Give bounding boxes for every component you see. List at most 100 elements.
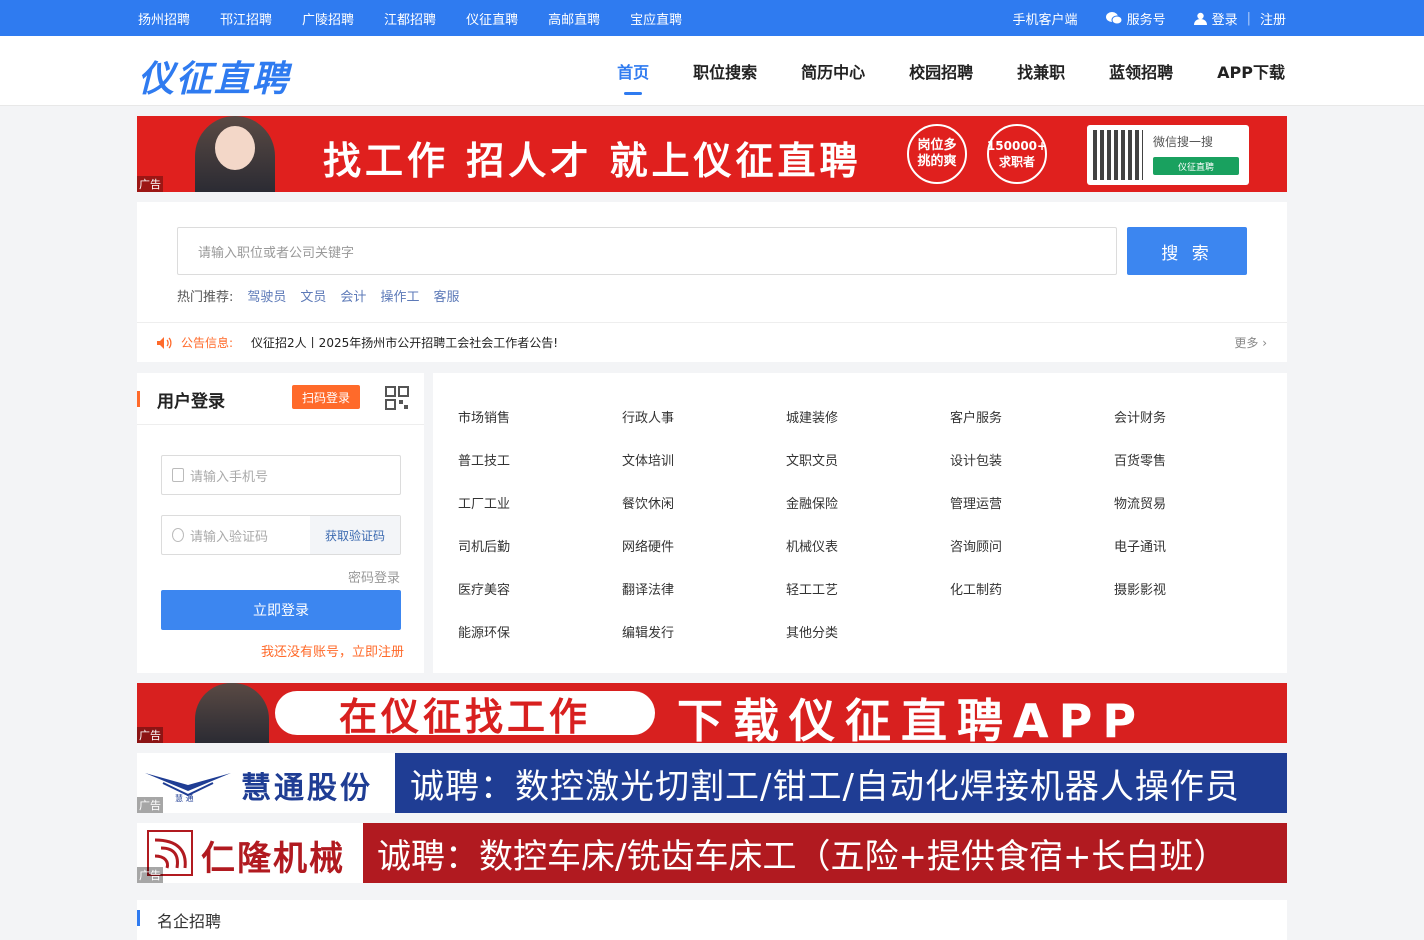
top-bar: 扬州招聘 邗江招聘 广陵招聘 江都招聘 仪征直聘 高邮直聘 宝应直聘 手机客户端…	[0, 0, 1424, 36]
category-item[interactable]: 金融保险	[786, 493, 838, 512]
category-item[interactable]: 机械仪表	[786, 536, 838, 555]
nav-job-search[interactable]: 职位搜索	[693, 59, 757, 83]
login-panel: 用户登录 扫码登录 请输入手机号 请输入验证码 获取验证码 密码登录 立即登录 …	[137, 373, 424, 673]
ad-big-text: 下载仪征直聘APP	[677, 694, 1147, 743]
city-link-hanjiang[interactable]: 邗江招聘	[220, 9, 272, 28]
city-link-guangling[interactable]: 广陵招聘	[302, 9, 354, 28]
notice-more-link[interactable]: 更多 ›	[1234, 334, 1267, 351]
renlong-logo-area: 仁隆机械	[137, 823, 363, 883]
service-account-link[interactable]: 服务号	[1105, 9, 1166, 28]
category-item[interactable]: 编辑发行	[622, 622, 674, 641]
category-item[interactable]: 会计财务	[1114, 407, 1166, 426]
category-item[interactable]: 普工技工	[458, 450, 510, 469]
hot-keyword[interactable]: 文员	[300, 286, 326, 305]
category-item[interactable]: 工厂工业	[458, 493, 510, 512]
notice-bar: 公告信息: 仪征招2人丨2025年扬州市公开招聘工会社会工作者公告! 更多 ›	[137, 322, 1287, 362]
category-item[interactable]: 电子通讯	[1114, 536, 1166, 555]
huitong-job-ad[interactable]: 慧通股份 慧 通 诚聘：数控激光切割工/钳工/自动化焊接机器人操作员 广告	[137, 753, 1287, 813]
category-item[interactable]: 文职文员	[786, 450, 838, 469]
notice-text[interactable]: 仪征招2人丨2025年扬州市公开招聘工会社会工作者公告!	[251, 334, 558, 351]
auth-links: 登录 | 注册	[1193, 9, 1286, 28]
category-item[interactable]: 能源环保	[458, 622, 510, 641]
category-item[interactable]: 司机后勤	[458, 536, 510, 555]
category-item[interactable]: 医疗美容	[458, 579, 510, 598]
city-link-yangzhou[interactable]: 扬州招聘	[138, 9, 190, 28]
nav-resume-center[interactable]: 简历中心	[801, 59, 865, 83]
huitong-brand: 慧通股份	[241, 771, 373, 806]
category-item[interactable]: 市场销售	[458, 407, 510, 426]
wechat-search-button: 仪征直聘	[1153, 157, 1239, 175]
banner-badge-jobs: 岗位多 挑的爽	[907, 124, 967, 184]
register-link[interactable]: 注册	[1260, 9, 1286, 28]
category-item[interactable]: 文体培训	[622, 450, 674, 469]
city-link-gaoyou[interactable]: 高邮直聘	[548, 9, 600, 28]
huitong-ad-text: 诚聘：数控激光切割工/钳工/自动化焊接机器人操作员	[395, 753, 1287, 813]
user-icon	[1193, 12, 1207, 25]
ad-person-image	[195, 683, 269, 743]
nav-campus[interactable]: 校园招聘	[909, 59, 973, 83]
hot-keyword[interactable]: 会计	[340, 286, 366, 305]
nav-home[interactable]: 首页	[617, 59, 649, 83]
login-title: 用户登录	[157, 392, 225, 412]
category-item[interactable]: 摄影影视	[1114, 579, 1166, 598]
site-logo[interactable]: 仪征直聘	[138, 50, 290, 102]
mobile-client-link[interactable]: 手机客户端	[1013, 9, 1078, 28]
city-link-yizheng[interactable]: 仪征直聘	[466, 9, 518, 28]
login-link[interactable]: 登录	[1212, 9, 1238, 28]
phone-input[interactable]: 请输入手机号	[161, 455, 401, 495]
category-item[interactable]: 翻译法律	[622, 579, 674, 598]
main-nav: 首页 职位搜索 简历中心 校园招聘 找兼职 蓝领招聘 APP下载	[573, 36, 1285, 106]
category-item[interactable]: 管理运营	[950, 493, 1002, 512]
category-item[interactable]: 百货零售	[1114, 450, 1166, 469]
get-code-button[interactable]: 获取验证码	[310, 516, 400, 554]
header: 仪征直聘 首页 职位搜索 简历中心 校园招聘 找兼职 蓝领招聘 APP下载	[0, 36, 1424, 106]
category-item[interactable]: 餐饮休闲	[622, 493, 674, 512]
hot-label: 热门推荐:	[177, 290, 234, 305]
wechat-icon	[1105, 12, 1122, 25]
register-now-link[interactable]: 我还没有账号，立即注册	[261, 641, 404, 660]
wechat-qr-box: 微信搜一搜 仪征直聘	[1087, 125, 1249, 185]
scan-login-button[interactable]: 扫码登录	[292, 385, 361, 409]
category-item[interactable]: 城建装修	[786, 407, 838, 426]
password-login-link[interactable]: 密码登录	[348, 567, 400, 586]
category-item[interactable]: 咨询顾问	[950, 536, 1002, 555]
section-title: 名企招聘	[157, 912, 222, 931]
nav-parttime[interactable]: 找兼职	[1017, 59, 1065, 83]
hot-keyword[interactable]: 操作工	[380, 286, 419, 305]
renlong-job-ad[interactable]: 仁隆机械 诚聘：数控车床/铣齿车床工（五险+提供食宿+长白班） 广告	[137, 823, 1287, 883]
famous-companies-section: 名企招聘	[137, 900, 1287, 940]
ad-tag: 广告	[137, 797, 163, 813]
city-link-jiangdu[interactable]: 江都招聘	[384, 9, 436, 28]
login-submit-button[interactable]: 立即登录	[161, 590, 401, 630]
category-item[interactable]: 行政人事	[622, 407, 674, 426]
renlong-brand: 仁隆机械	[201, 839, 345, 879]
search-button[interactable]: 搜 索	[1127, 227, 1247, 275]
city-link-baoying[interactable]: 宝应直聘	[630, 9, 682, 28]
search-input[interactable]: 请输入职位或者公司关键字	[177, 227, 1117, 275]
code-input[interactable]: 请输入验证码 获取验证码	[161, 515, 401, 555]
category-item[interactable]: 轻工工艺	[786, 579, 838, 598]
category-item[interactable]: 其他分类	[786, 622, 838, 641]
ad-tag: 广告	[137, 176, 163, 192]
login-header: 用户登录 扫码登录	[137, 373, 424, 425]
ad-tag: 广告	[137, 727, 163, 743]
hot-keyword[interactable]: 驾驶员	[247, 286, 286, 305]
hot-keyword[interactable]: 客服	[433, 286, 459, 305]
banner-person-image	[195, 116, 275, 192]
category-item[interactable]: 网络硬件	[622, 536, 674, 555]
category-item[interactable]: 物流贸易	[1114, 493, 1166, 512]
nav-bluecollar[interactable]: 蓝领招聘	[1109, 59, 1173, 83]
category-item[interactable]: 化工制药	[950, 579, 1002, 598]
speaker-icon	[157, 336, 172, 349]
category-item[interactable]: 设计包装	[950, 450, 1002, 469]
banner-badge-seekers: 150000+ 求职者	[987, 124, 1047, 184]
notice-label: 公告信息:	[181, 336, 234, 350]
qr-login-icon[interactable]	[385, 386, 409, 410]
category-item[interactable]: 客户服务	[950, 407, 1002, 426]
phone-icon	[172, 468, 184, 482]
nav-app-download[interactable]: APP下载	[1217, 59, 1285, 83]
ad-tag: 广告	[137, 867, 163, 883]
app-download-ad[interactable]: 在仪征找工作 下载仪征直聘APP 广告	[137, 683, 1287, 743]
top-banner-ad[interactable]: 广告 找工作 招人才 就上仪征直聘 岗位多 挑的爽 150000+ 求职者 微信…	[137, 116, 1287, 192]
code-placeholder: 请输入验证码	[190, 529, 269, 545]
